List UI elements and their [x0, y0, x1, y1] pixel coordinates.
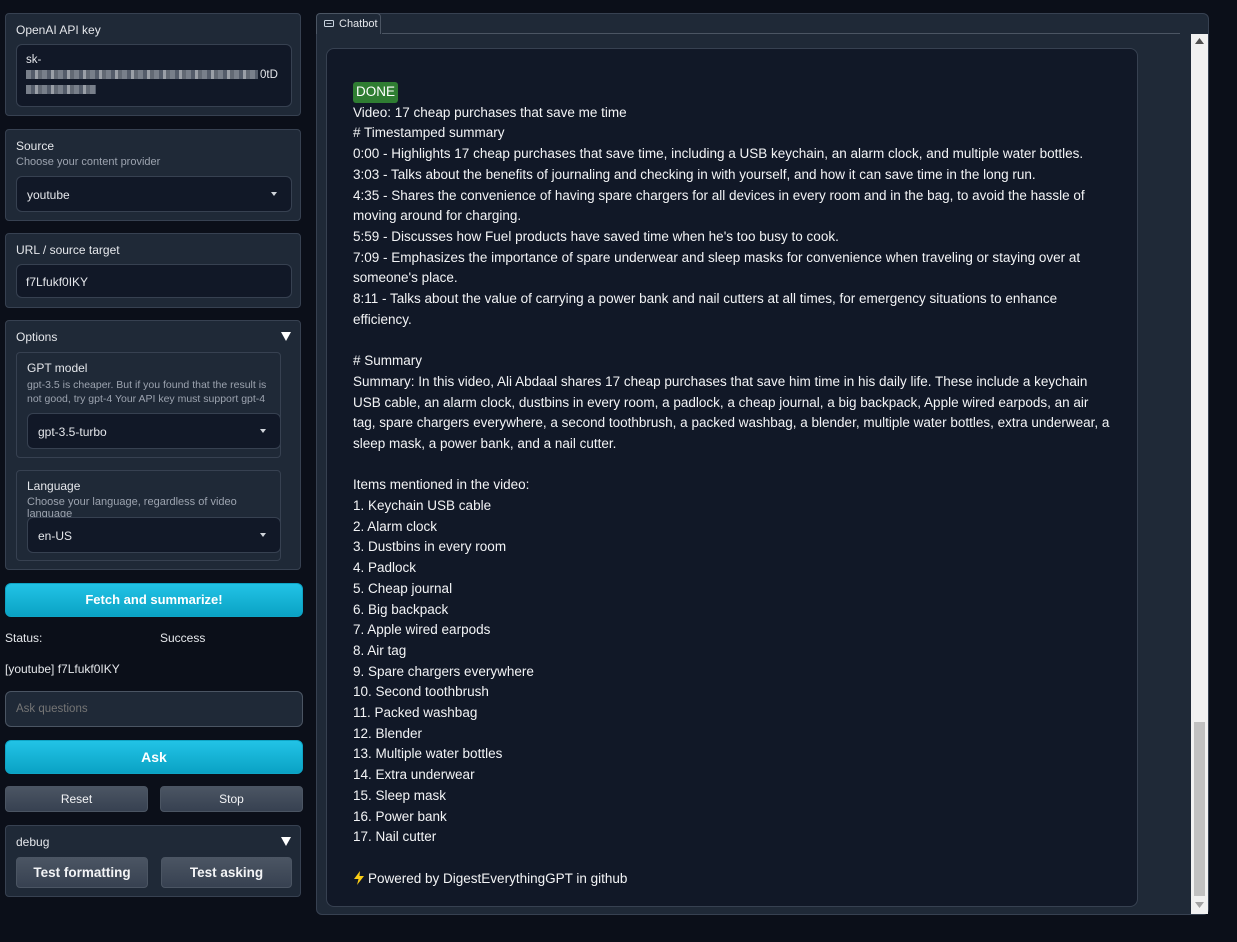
- fetch-summarize-button[interactable]: Fetch and summarize!: [5, 583, 303, 617]
- footer-text[interactable]: Powered by DigestEverythingGPT in github: [368, 871, 627, 886]
- chatbot-tab: Chatbot: [316, 13, 381, 34]
- status-label: Status:: [5, 631, 43, 645]
- timestamp-line: 0:00 - Highlights 17 cheap purchases tha…: [353, 146, 1084, 162]
- api-key-prefix: sk-: [26, 54, 42, 66]
- chat-icon: [324, 20, 334, 27]
- chevron-down-icon: [260, 429, 266, 433]
- api-key-masked-row: 0tD: [26, 68, 282, 83]
- timestamp-heading: # Timestamped summary: [353, 125, 505, 141]
- list-item: 8. Air tag: [353, 642, 407, 658]
- debug-panel: debug Test formatting Test asking: [5, 825, 301, 897]
- video-title: Video: 17 cheap purchases that save me t…: [353, 104, 627, 120]
- gpt-model-group: GPT model gpt-3.5 is cheaper. But if you…: [16, 352, 281, 458]
- list-item: 6. Big backpack: [353, 601, 449, 617]
- reset-button[interactable]: Reset: [5, 786, 148, 812]
- timestamp-line: 4:35 - Shares the convenience of having …: [353, 187, 1085, 224]
- chevron-down-icon: [271, 192, 277, 196]
- api-key-blur: [26, 70, 258, 80]
- gpt-model-selected: gpt-3.5-turbo: [38, 425, 107, 439]
- lightning-icon: [354, 870, 364, 885]
- api-key-input[interactable]: sk- 0tD: [16, 44, 292, 107]
- scroll-up-arrow-icon[interactable]: [1195, 38, 1204, 44]
- api-key-masked-row-2: [26, 83, 282, 98]
- chat-message: DONE Video: 17 cheap purchases that save…: [326, 48, 1138, 907]
- source-info-text: [youtube] f7Lfukf0IKY: [5, 662, 120, 676]
- api-key-panel: OpenAI API key sk- 0tD: [5, 13, 301, 116]
- list-item: 3. Dustbins in every room: [353, 539, 507, 555]
- ask-button[interactable]: Ask: [5, 740, 303, 774]
- list-item: 5. Cheap journal: [353, 580, 453, 596]
- summary-text: Summary: In this video, Ali Abdaal share…: [353, 373, 1110, 451]
- language-selected: en-US: [38, 529, 73, 543]
- list-item: 15. Sleep mask: [353, 787, 447, 803]
- status-value: Success: [160, 631, 206, 645]
- list-item: 1. Keychain USB cable: [353, 498, 492, 514]
- timestamp-line: 5:59 - Discusses how Fuel products have …: [353, 228, 839, 244]
- chat-scrollbar[interactable]: [1191, 34, 1208, 914]
- source-label: Source: [16, 139, 55, 153]
- api-key-blur-2: [26, 85, 96, 95]
- footer-line: Powered by DigestEverythingGPT in github: [353, 869, 1111, 890]
- source-selected: youtube: [27, 188, 70, 202]
- api-key-label: OpenAI API key: [16, 23, 101, 37]
- list-item: 11. Packed washbag: [353, 705, 478, 721]
- chatbot-tab-label: Chatbot: [339, 18, 378, 30]
- list-item: 9. Spare chargers everywhere: [353, 663, 534, 679]
- list-item: 14. Extra underwear: [353, 767, 475, 783]
- debug-label[interactable]: debug: [16, 835, 49, 849]
- scrollbar-thumb[interactable]: [1194, 722, 1205, 896]
- timestamp-line: 3:03 - Talks about the benefits of journ…: [353, 166, 1036, 182]
- language-group: Language Choose your language, regardles…: [16, 470, 281, 561]
- timestamp-line: 7:09 - Emphasizes the importance of spar…: [353, 249, 1081, 286]
- url-panel: URL / source target f7Lfukf0IKY: [5, 233, 301, 308]
- url-label: URL / source target: [16, 243, 120, 257]
- language-label: Language: [27, 479, 81, 493]
- list-item: 12. Blender: [353, 725, 423, 741]
- api-key-suffix: 0tD: [260, 69, 278, 81]
- stop-button[interactable]: Stop: [160, 786, 303, 812]
- gpt-model-dropdown[interactable]: gpt-3.5-turbo: [27, 413, 281, 449]
- list-item: 7. Apple wired earpods: [353, 622, 491, 638]
- test-formatting-button[interactable]: Test formatting: [16, 857, 148, 888]
- list-item: 2. Alarm clock: [353, 518, 438, 534]
- options-panel: Options GPT model gpt-3.5 is cheaper. Bu…: [5, 320, 301, 570]
- options-label[interactable]: Options: [16, 330, 57, 344]
- list-item: 17. Nail cutter: [353, 829, 437, 845]
- list-item: 16. Power bank: [353, 808, 447, 824]
- list-item: 13. Multiple water bottles: [353, 746, 503, 762]
- items-list: 1. Keychain USB cable 2. Alarm clock 3. …: [353, 496, 1111, 848]
- list-item: 10. Second toothbrush: [353, 684, 489, 700]
- chevron-down-icon: [260, 533, 266, 537]
- url-value: f7Lfukf0IKY: [26, 275, 89, 289]
- source-dropdown[interactable]: youtube: [16, 176, 292, 212]
- source-panel: Source Choose your content provider yout…: [5, 129, 301, 221]
- url-input[interactable]: f7Lfukf0IKY: [16, 264, 292, 298]
- collapse-triangle-icon[interactable]: [281, 332, 291, 341]
- gpt-model-description: gpt-3.5 is cheaper. But if you found tha…: [27, 379, 267, 405]
- test-asking-button[interactable]: Test asking: [161, 857, 292, 888]
- list-item: 4. Padlock: [353, 560, 417, 576]
- source-description: Choose your content provider: [16, 156, 161, 168]
- gpt-model-label: GPT model: [27, 361, 88, 375]
- items-heading: Items mentioned in the video:: [353, 477, 530, 493]
- chatbot-divider: [382, 33, 1180, 34]
- collapse-triangle-icon[interactable]: [281, 837, 291, 846]
- scroll-down-arrow-icon[interactable]: [1195, 902, 1204, 908]
- done-badge: DONE: [353, 82, 399, 103]
- language-dropdown[interactable]: en-US: [27, 517, 281, 553]
- summary-heading: # Summary: [353, 353, 423, 369]
- ask-questions-input[interactable]: [5, 691, 303, 727]
- timestamp-line: 8:11 - Talks about the value of carrying…: [353, 291, 1058, 327]
